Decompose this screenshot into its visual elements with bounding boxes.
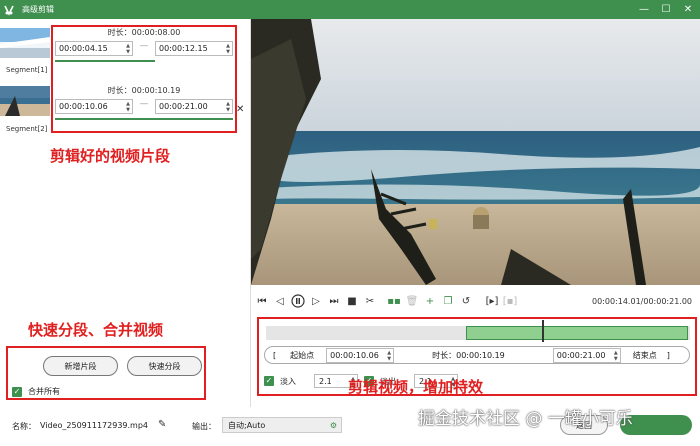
quick-split-button[interactable]: 快速分段	[127, 356, 202, 376]
add-icon[interactable]: +	[423, 294, 437, 308]
playhead[interactable]	[542, 320, 544, 342]
video-preview[interactable]	[251, 19, 700, 285]
player-controls: ⏮ ◁ ▷ ⏭ ■ ✂ ▪▪ 🗑 + ❐ ↺ [▸] [▪] 00:00:14.…	[251, 291, 700, 311]
frame-end-icon[interactable]: [▪]	[503, 294, 518, 308]
timeline-selection[interactable]	[466, 326, 688, 340]
copy-icon[interactable]: ❐	[441, 294, 455, 308]
skip-to-end-icon[interactable]: ⏭	[327, 294, 341, 308]
settings-gear-icon[interactable]: ⚙	[330, 421, 337, 430]
remove-segment-icon[interactable]: ✕	[236, 104, 244, 115]
output-label: 输出：	[192, 422, 216, 431]
checkbox-checked-icon[interactable]: ✓	[12, 386, 22, 397]
app-logo-icon	[0, 0, 18, 19]
timeline-track[interactable]	[266, 320, 690, 342]
edit-pencil-icon[interactable]: ✎	[158, 419, 166, 430]
add-segment-button[interactable]: 新增片段	[43, 356, 118, 376]
scissors-icon[interactable]: ✂	[363, 294, 377, 308]
merge-all-option[interactable]: ✓ 合并所有	[12, 386, 60, 397]
delete-icon[interactable]: 🗑	[405, 294, 419, 308]
step-back-icon[interactable]: ◁	[273, 294, 287, 308]
title-bar: 高级剪辑 — ☐ ✕	[0, 0, 700, 19]
window-title: 高级剪辑	[22, 5, 54, 14]
end-bracket-icon[interactable]: ]	[667, 351, 670, 360]
output-select[interactable]: 自动;Auto ⚙	[222, 417, 342, 433]
maximize-button[interactable]: ☐	[660, 4, 672, 15]
range-controls: [ 起始点 00:00:10.06 ▲ ▼ 时长：00:00:10.19 00:00…	[264, 346, 690, 364]
checkbox-checked-icon[interactable]: ✓	[264, 376, 274, 386]
skip-to-start-icon[interactable]: ⏮	[255, 294, 269, 308]
annotation-clipped-segments: 剪辑好的视频片段	[50, 147, 171, 165]
file-name: Video_250911172939.mp4	[40, 421, 148, 430]
fade-in-label: 淡入	[280, 376, 296, 386]
range-start-input[interactable]: 00:00:10.06 ▲ ▼	[326, 347, 395, 363]
name-label: 名称：	[12, 422, 36, 431]
step-forward-icon[interactable]: ▷	[309, 294, 323, 308]
watermark-text: 掘金技术社区 @ 一罐小可乐	[418, 409, 633, 429]
start-bracket-icon[interactable]: [	[273, 351, 276, 360]
segment-label: Segment[1]	[6, 66, 48, 74]
segment-label: Segment[2]	[6, 125, 48, 133]
range-end-input[interactable]: 00:00:21.00 ▲ ▼	[552, 347, 621, 363]
segment-thumbnail[interactable]	[0, 86, 50, 116]
segment-thumbnail[interactable]	[0, 28, 50, 58]
end-point-label: 结束点	[632, 350, 657, 360]
merge-all-label: 合并所有	[28, 387, 60, 396]
pause-button-icon[interactable]	[291, 294, 305, 308]
frame-mark-icon[interactable]: [▸]	[485, 294, 499, 308]
split-marker-icon[interactable]: ▪▪	[387, 294, 401, 308]
start-point-label: 起始点	[290, 350, 315, 360]
annotation-split-merge: 快速分段、合并视频	[28, 321, 164, 339]
minimize-button[interactable]: —	[638, 4, 650, 15]
annotation-effects: 剪辑视频，增加特效	[348, 378, 484, 396]
annotation-box	[51, 25, 237, 133]
stop-icon[interactable]: ■	[345, 294, 359, 308]
undo-icon[interactable]: ↺	[459, 294, 473, 308]
close-window-button[interactable]: ✕	[682, 4, 694, 15]
playback-time: 00:00:14.01/00:00:21.00	[592, 296, 692, 306]
range-duration: 时长：00:00:10.19	[432, 350, 505, 360]
